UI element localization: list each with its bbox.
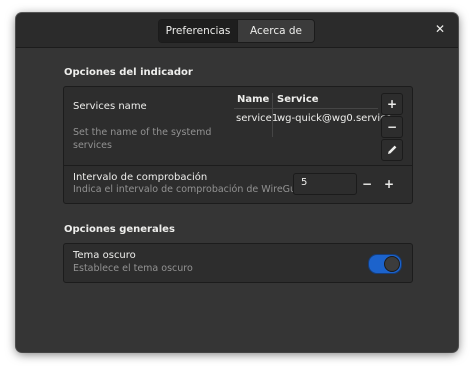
column-header-name[interactable]: Name [237, 93, 269, 107]
tab-preferences[interactable]: Preferencias [159, 20, 237, 42]
header-bar: Preferencias Acerca de ✕ [16, 13, 458, 48]
header-divider [234, 108, 378, 109]
close-icon[interactable]: ✕ [432, 21, 448, 37]
dark-theme-description: Establece el tema oscuro [73, 263, 193, 274]
interval-spinbutton[interactable]: 5 [293, 173, 357, 195]
add-service-button[interactable]: + [381, 93, 403, 115]
row-separator [64, 165, 412, 166]
services-name-label: Services name [73, 101, 147, 112]
interval-label: Intervalo de comprobación [73, 172, 208, 183]
pencil-icon [387, 145, 396, 154]
dark-theme-label: Tema oscuro [73, 250, 136, 261]
tab-switcher: Preferencias Acerca de [158, 19, 315, 43]
interval-decrement-button[interactable]: − [357, 173, 377, 195]
remove-service-button[interactable]: − [381, 116, 403, 138]
services-description: Set the name of the systemd [73, 127, 212, 138]
services-description-2: services [73, 140, 112, 151]
general-section-title: Opciones generales [64, 224, 175, 235]
column-header-service[interactable]: Service [277, 93, 319, 107]
switch-knob [384, 256, 400, 272]
service-row-name[interactable]: service1 [236, 113, 278, 124]
interval-increment-button[interactable]: + [379, 173, 399, 195]
tab-about[interactable]: Acerca de [237, 20, 314, 42]
indicator-section-title: Opciones del indicador [64, 67, 193, 78]
dark-theme-switch[interactable] [368, 254, 402, 274]
edit-service-button[interactable] [381, 139, 403, 161]
preferences-window: Preferencias Acerca de ✕ Opciones del in… [16, 13, 458, 352]
interval-value[interactable]: 5 [301, 177, 307, 188]
interval-description: Indica el intervalo de comprobación de W… [73, 184, 312, 195]
general-options-frame: Tema oscuro Establece el tema oscuro [63, 243, 413, 283]
service-row-service[interactable]: wg-quick@wg0.service [277, 113, 392, 124]
